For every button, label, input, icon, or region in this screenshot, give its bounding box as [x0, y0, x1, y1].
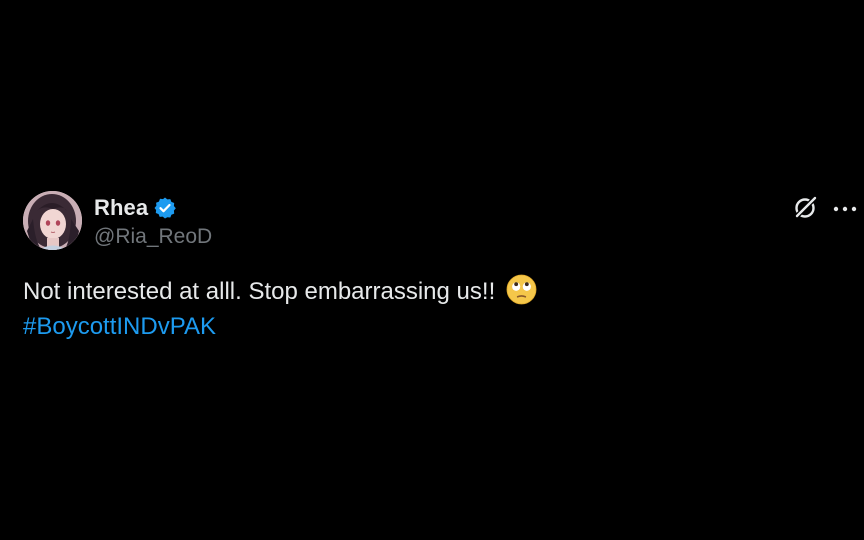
- tweet-actions: [792, 195, 858, 221]
- grok-icon[interactable]: [792, 195, 818, 221]
- tweet-text: Not interested at alll. Stop embarrassin…: [23, 274, 823, 344]
- verified-badge-icon: [153, 196, 177, 220]
- name-row: Rhea: [94, 194, 212, 222]
- hashtag-link[interactable]: #BoycottINDvPAK: [23, 313, 216, 340]
- rolling-eyes-emoji-icon: [506, 274, 537, 305]
- tweet-page: Rhea @Ria_ReoD Not interested at alll. S…: [0, 0, 864, 540]
- tweet-body: Not interested at alll. Stop embarrassin…: [23, 278, 496, 305]
- avatar[interactable]: [23, 191, 82, 250]
- display-name[interactable]: Rhea: [94, 195, 148, 221]
- user-info: Rhea @Ria_ReoD: [94, 194, 212, 249]
- more-icon[interactable]: [832, 195, 858, 221]
- user-handle[interactable]: @Ria_ReoD: [94, 225, 212, 249]
- avatar-image: [23, 191, 82, 250]
